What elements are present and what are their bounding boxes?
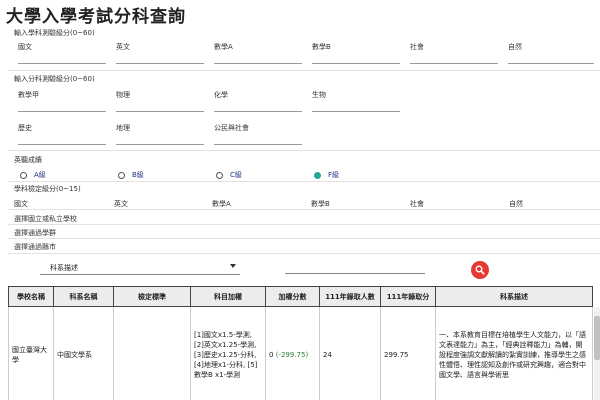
standard-chinese-field[interactable]: 國文 (14, 199, 28, 209)
cell-cutoff: 299.75 (380, 306, 436, 400)
cell-weights: [1]國文x1.5-學測, [2]英文x1.25-學測, [3]歷史x1.25-… (190, 306, 266, 400)
subject-physics-field[interactable]: 物理 (116, 90, 204, 112)
page-title: 大學入學考試分科查詢 (6, 7, 186, 27)
radio-icon (216, 171, 223, 179)
results-table: 學校名稱 科系名稱 檢定標準 科目加權 加權分數 111年錄取人數 111年錄取… (8, 286, 593, 400)
listening-option-f[interactable]: F級 (314, 170, 339, 180)
radio-icon (20, 171, 27, 179)
header-weighted-score[interactable]: 加權分數 (265, 286, 320, 307)
subject-civics-field[interactable]: 公民與社會 (214, 123, 302, 145)
header-school[interactable]: 學校名稱 (8, 286, 54, 307)
cell-description: 一、本系教育目標在培植學生人文能力，以「語文表達能力」為主，「經典詮釋能力」為輔… (435, 306, 593, 400)
group-select[interactable]: 選擇通過學群 (14, 228, 56, 238)
city-select[interactable]: 選擇通過縣市 (14, 242, 56, 252)
subject-history-field[interactable]: 歷史 (18, 123, 106, 145)
search-input[interactable] (285, 273, 425, 274)
score-diff: (-299.75) (275, 350, 309, 359)
search-field-dropdown[interactable]: 科系描述 (40, 259, 240, 275)
divider (8, 209, 600, 210)
listening-option-c[interactable]: C級 (216, 170, 242, 180)
standard-social-field[interactable]: 社會 (410, 199, 424, 209)
cell-standard (113, 306, 191, 400)
standard-math-b-field[interactable]: 數學B (311, 199, 330, 209)
subject-geography-field[interactable]: 地理 (116, 123, 204, 145)
search-button[interactable] (471, 261, 489, 279)
header-admitted[interactable]: 111年錄取人數 (319, 286, 381, 307)
listening-option-a[interactable]: A級 (20, 170, 46, 180)
ability-section-label: 輸入學科測驗級分(0~60) (14, 29, 95, 37)
score-value: 0 (269, 350, 274, 359)
cell-admitted: 24 (319, 306, 381, 400)
header-standard[interactable]: 檢定標準 (113, 286, 191, 307)
standard-science-field[interactable]: 自然 (509, 199, 523, 209)
listening-option-b[interactable]: B級 (118, 170, 144, 180)
ability-math-a-field[interactable]: 數學A (214, 42, 302, 64)
table-header-row: 學校名稱 科系名稱 檢定標準 科目加權 加權分數 111年錄取人數 111年錄取… (8, 286, 593, 307)
standard-english-field[interactable]: 英文 (114, 199, 128, 209)
radio-checked-icon (314, 171, 321, 179)
ability-chinese-field[interactable]: 國文 (18, 42, 106, 64)
ability-social-field[interactable]: 社會 (410, 42, 498, 64)
subject-section-label: 輸入分科測驗級分(0~60) (14, 75, 95, 83)
cell-school: 國立臺灣大學 (8, 306, 54, 400)
table-row[interactable]: 國立臺灣大學 中國文學系 [1]國文x1.5-學測, [2]英文x1.25-學測… (8, 306, 593, 400)
search-icon (475, 265, 485, 275)
divider (8, 181, 600, 182)
radio-icon (118, 171, 125, 179)
header-department[interactable]: 科系名稱 (53, 286, 114, 307)
divider (8, 224, 600, 225)
cell-weighted-score: 0 (-299.75) (265, 306, 320, 400)
divider (8, 238, 600, 239)
header-cutoff[interactable]: 111年錄取分 (380, 286, 436, 307)
subject-chemistry-field[interactable]: 化學 (214, 90, 302, 112)
table-scrollbar-thumb[interactable] (594, 316, 600, 360)
divider (8, 150, 600, 151)
ability-math-b-field[interactable]: 數學B (312, 42, 400, 64)
divider (8, 70, 600, 71)
header-description[interactable]: 科系描述 (435, 286, 593, 307)
header-weights[interactable]: 科目加權 (190, 286, 266, 307)
standard-section-label: 學科檢定級分(0~15) (14, 185, 81, 193)
cell-department: 中國文學系 (53, 306, 114, 400)
ability-english-field[interactable]: 英文 (116, 42, 204, 64)
standard-math-a-field[interactable]: 數學A (212, 199, 231, 209)
dropdown-value: 科系描述 (50, 264, 78, 272)
listening-section-label: 英聽成績 (14, 156, 42, 164)
school-type-select[interactable]: 選擇國立或私立學校 (14, 214, 77, 224)
subject-biology-field[interactable]: 生物 (312, 90, 400, 112)
subject-math-a-field[interactable]: 數學甲 (18, 90, 106, 112)
chevron-down-icon (230, 264, 236, 268)
divider (8, 253, 600, 254)
ability-science-field[interactable]: 自然 (508, 42, 594, 64)
